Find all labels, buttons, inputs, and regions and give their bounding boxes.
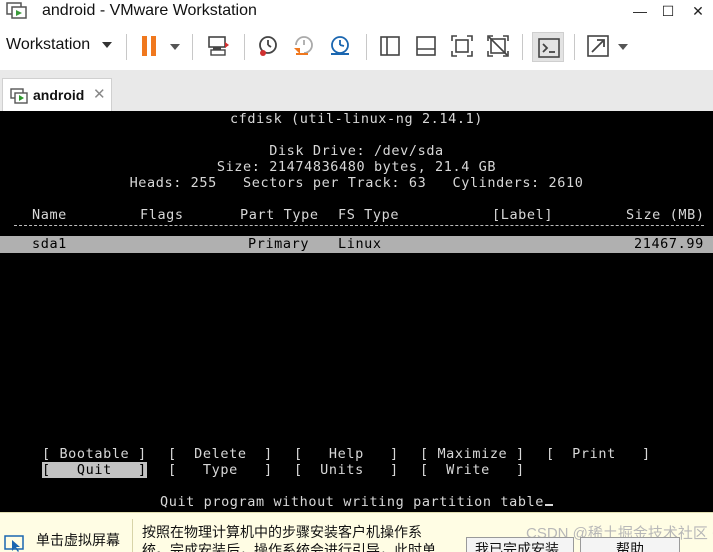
chevron-down-icon[interactable]: [170, 44, 180, 50]
click-screen-hint[interactable]: 单击虚拟屏幕: [36, 530, 120, 550]
column-label: [Label]: [492, 207, 554, 223]
title-bar: android - VMware Workstation — ☐ ✕: [0, 0, 713, 22]
table-row[interactable]: sda1 Primary Linux 21467.99: [0, 236, 713, 253]
cfdisk-header: cfdisk (util-linux-ng 2.14.1): [229, 111, 484, 127]
console-view-button[interactable]: [532, 32, 564, 62]
close-button[interactable]: ✕: [681, 0, 713, 22]
hint-divider: [132, 519, 133, 552]
terminal-icon: [538, 38, 560, 58]
column-flags: Flags: [140, 207, 184, 223]
stretch-guest-icon[interactable]: [586, 34, 610, 58]
install-hint-line1: 按照在物理计算机中的步骤安装客户机操作系: [142, 524, 422, 540]
thumbnail-bar-icon[interactable]: [414, 34, 438, 58]
print-menu-item[interactable]: [ Print ]: [546, 446, 651, 462]
snapshot-icon[interactable]: [256, 34, 280, 58]
full-screen-icon[interactable]: [450, 34, 474, 58]
vm-console[interactable]: cfdisk (util-linux-ng 2.14.1) Disk Drive…: [0, 111, 713, 512]
finished-install-button[interactable]: 我已完成安装: [466, 537, 574, 552]
send-keys-icon[interactable]: [206, 34, 230, 58]
partition-name: sda1: [32, 236, 67, 252]
install-hint-line2: 统。完成安装后，操作系统会进行引导，此时单: [142, 542, 436, 552]
quit-menu-item[interactable]: [ Quit ]: [42, 462, 147, 478]
help-button[interactable]: 帮助: [580, 537, 680, 552]
disk-geometry-line: Heads: 255 Sectors per Track: 63 Cylinde…: [129, 175, 584, 191]
toolbar-divider: [366, 34, 367, 60]
toolbar-divider: [522, 34, 523, 60]
chevron-down-icon[interactable]: [618, 44, 628, 50]
units-menu-item[interactable]: [ Units ]: [294, 462, 399, 478]
chevron-down-icon[interactable]: [102, 42, 112, 48]
toolbar-divider: [126, 34, 127, 60]
tab-label: android: [33, 87, 85, 103]
install-hint-bar: 单击虚拟屏幕 按照在物理计算机中的步骤安装客户机操作系 统。完成安装后，操作系统…: [0, 512, 713, 552]
unity-mode-icon[interactable]: [486, 34, 510, 58]
column-part-type: Part Type: [240, 207, 319, 223]
vm-icon: [10, 88, 28, 104]
vmware-app-icon: [6, 2, 27, 19]
workstation-menu[interactable]: Workstation: [6, 36, 90, 54]
partition-fs-type: Linux: [338, 236, 382, 252]
click-screen-icon: [4, 535, 24, 552]
show-library-icon[interactable]: [378, 34, 402, 58]
maximize-button[interactable]: ☐: [651, 0, 685, 22]
text-cursor: [545, 504, 554, 506]
tab-android[interactable]: android ✕: [2, 78, 112, 111]
disk-drive-line: Disk Drive: /dev/sda: [269, 143, 444, 159]
tab-strip: android ✕: [0, 70, 713, 111]
partition-size: 21467.99: [634, 236, 704, 252]
type-menu-item[interactable]: [ Type ]: [168, 462, 273, 478]
window-title: android - VMware Workstation: [42, 2, 257, 19]
column-fs-type: FS Type: [338, 207, 400, 223]
delete-menu-item[interactable]: [ Delete ]: [168, 446, 273, 462]
help-menu-item[interactable]: [ Help ]: [294, 446, 399, 462]
column-name: Name: [32, 207, 67, 223]
toolbar-divider: [244, 34, 245, 60]
toolbar-divider: [574, 34, 575, 60]
status-line: Quit program without writing partition t…: [0, 494, 713, 510]
column-size: Size (MB): [626, 207, 705, 223]
revert-snapshot-icon[interactable]: [292, 34, 316, 58]
close-icon[interactable]: ✕: [93, 85, 106, 103]
table-separator: [14, 225, 704, 226]
disk-size-line: Size: 21474836480 bytes, 21.4 GB: [216, 159, 497, 175]
bootable-menu-item[interactable]: [ Bootable ]: [42, 446, 147, 462]
write-menu-item[interactable]: [ Write ]: [420, 462, 525, 478]
status-text: Quit program without writing partition t…: [159, 494, 545, 510]
toolbar: Workstation: [0, 24, 713, 70]
maximize-menu-item[interactable]: [ Maximize ]: [420, 446, 525, 462]
partition-part-type: Primary: [248, 236, 310, 252]
toolbar-divider: [192, 34, 193, 60]
pause-icon[interactable]: [138, 34, 162, 58]
snapshot-manager-icon[interactable]: [328, 34, 352, 58]
